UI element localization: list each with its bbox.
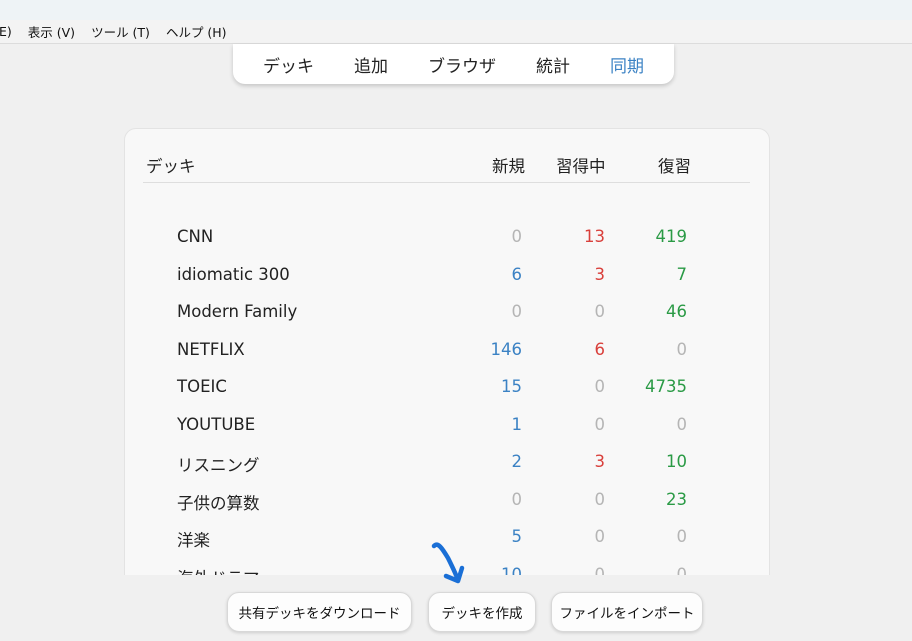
header-learning: 習得中 [556, 157, 606, 176]
deck-learning-count: 6 [594, 339, 606, 359]
deck-row[interactable]: 子供の算数 0 0 23 [125, 482, 769, 518]
deck-learning-count: 0 [594, 414, 606, 434]
deck-review-count: 0 [676, 527, 688, 546]
menu-view[interactable]: 表示 (V) [20, 22, 83, 41]
main-toolbar: デッキ 追加 ブラウザ 統計 同期 [233, 44, 674, 84]
deck-new-count: 146 [490, 339, 523, 359]
deck-list-panel: デッキ 新規 習得中 復習 CNN 0 13 419 idiomatic 300 6 3 7 M… [124, 128, 770, 588]
deck-new-count: 0 [511, 302, 523, 321]
deck-new-count: 0 [511, 489, 523, 509]
deck-review-count: 419 [655, 227, 688, 246]
menu-bar: E) 表示 (V) ツール (T) ヘルプ (H) [0, 20, 912, 44]
deck-learning-count: 13 [584, 227, 605, 246]
header-new: 新規 [492, 157, 525, 176]
deck-review-count: 10 [666, 452, 687, 471]
hand-drawn-arrow-icon [431, 542, 465, 584]
tab-stats[interactable]: 統計 [536, 52, 570, 77]
deck-name[interactable]: TOEIC [177, 377, 227, 396]
deck-name[interactable]: idiomatic 300 [177, 265, 290, 284]
deck-name[interactable]: 洋楽 [177, 527, 210, 551]
tab-sync[interactable]: 同期 [610, 52, 644, 77]
deck-review-count: 4735 [645, 377, 687, 396]
deck-review-count: 0 [676, 339, 688, 359]
download-shared-deck-button[interactable]: 共有デッキをダウンロード [227, 592, 412, 632]
deck-learning-count: 0 [594, 302, 606, 321]
deck-new-count: 1 [511, 414, 523, 434]
deck-row[interactable]: TOEIC 15 0 4735 [125, 369, 769, 405]
deck-row[interactable]: Modern Family 0 0 46 [125, 294, 769, 330]
deck-new-count: 6 [511, 264, 523, 284]
deck-name[interactable]: リスニング [177, 452, 260, 476]
deck-name[interactable]: 子供の算数 [177, 490, 260, 514]
import-file-button[interactable]: ファイルをインポート [551, 592, 703, 632]
deck-row[interactable]: リスニング 2 3 10 [125, 444, 769, 480]
tab-add[interactable]: 追加 [354, 52, 388, 77]
create-deck-button[interactable]: デッキを作成 [428, 592, 536, 632]
deck-table-header: デッキ 新規 習得中 復習 [143, 151, 750, 183]
deck-review-count: 7 [676, 264, 688, 284]
deck-learning-count: 3 [594, 264, 606, 284]
tab-decks[interactable]: デッキ [263, 52, 314, 77]
deck-new-count: 5 [511, 527, 523, 546]
deck-new-count: 2 [511, 452, 523, 471]
deck-row[interactable]: YOUTUBE 1 0 0 [125, 407, 769, 443]
deck-review-count: 0 [676, 414, 688, 434]
deck-learning-count: 3 [594, 452, 606, 471]
window-title-bar [0, 0, 912, 20]
deck-name[interactable]: NETFLIX [177, 340, 245, 359]
deck-learning-count: 0 [594, 377, 606, 396]
deck-new-count: 15 [501, 377, 522, 396]
deck-row[interactable]: CNN 0 13 419 [125, 219, 769, 255]
deck-review-count: 46 [666, 302, 687, 321]
header-deck: デッキ [146, 157, 196, 176]
menu-edit[interactable]: E) [0, 24, 20, 39]
deck-name[interactable]: Modern Family [177, 302, 297, 321]
menu-help[interactable]: ヘルプ (H) [158, 22, 235, 41]
deck-name[interactable]: CNN [177, 227, 213, 246]
menu-tools[interactable]: ツール (T) [83, 22, 158, 41]
deck-learning-count: 0 [594, 527, 606, 546]
deck-review-count: 23 [666, 489, 687, 509]
deck-name[interactable]: YOUTUBE [177, 415, 255, 434]
tab-browse[interactable]: ブラウザ [428, 52, 496, 77]
header-review: 復習 [658, 157, 691, 176]
deck-row[interactable]: NETFLIX 146 6 0 [125, 332, 769, 368]
deck-row[interactable]: idiomatic 300 6 3 7 [125, 257, 769, 293]
deck-learning-count: 0 [594, 489, 606, 509]
deck-new-count: 0 [511, 227, 523, 246]
